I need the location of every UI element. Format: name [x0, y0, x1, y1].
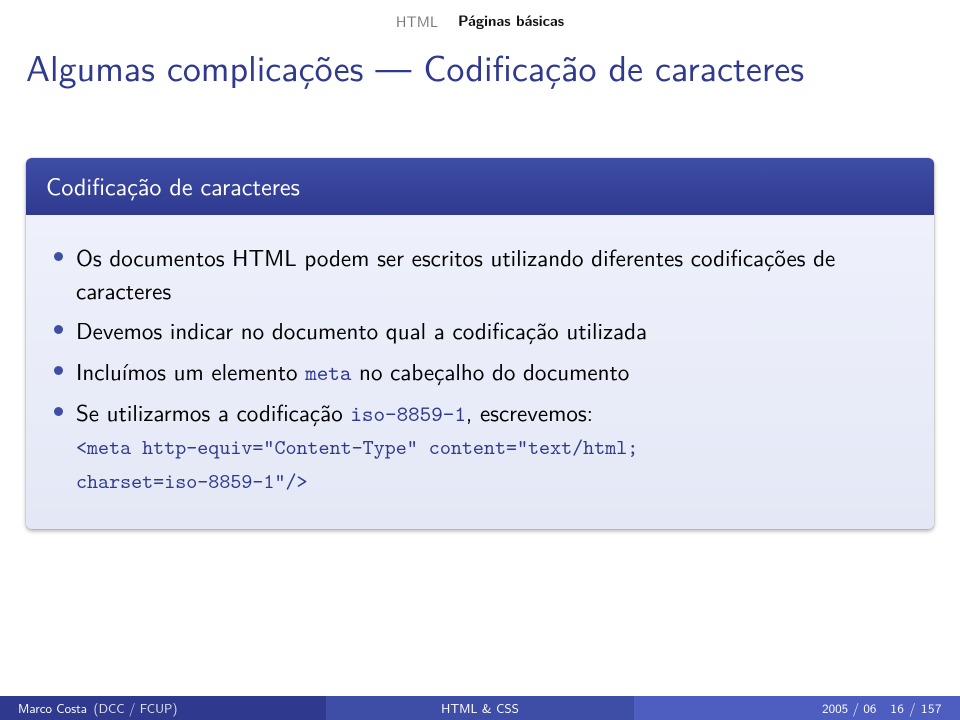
footer-right: 2005 / 06 16 / 157	[634, 696, 960, 720]
breadcrumb-section: HTML	[396, 10, 438, 32]
code-line: <meta http-equiv="Content-Type" content=…	[76, 433, 638, 463]
item-text: Incluímos um elemento	[76, 354, 305, 388]
footer-center: HTML & CSS	[326, 696, 634, 720]
footer-left: Marco Costa (DCC / FCUP)	[0, 696, 326, 720]
footer-author: Marco Costa	[18, 699, 87, 718]
block-header: Codificação de caracteres	[26, 158, 934, 215]
footer-date: 2005 / 06	[822, 699, 876, 718]
footer-institution: (DCC / FCUP)	[94, 699, 178, 718]
item-text: no cabeçalho do documento	[351, 354, 629, 388]
footer: Marco Costa (DCC / FCUP) HTML & CSS 2005…	[0, 696, 960, 720]
breadcrumb-subsection: Páginas básicas	[458, 10, 564, 32]
content-block: Codificação de caracteres Os documentos …	[26, 158, 934, 529]
slide-title: Algumas complicações — Codificação de ca…	[26, 40, 804, 93]
item-text: , escrevemos:	[466, 395, 593, 429]
inline-code: meta	[305, 358, 351, 387]
footer-title: HTML & CSS	[441, 699, 519, 718]
block-body: Os documentos HTML podem ser escritos ut…	[26, 215, 934, 529]
footer-pages: 16 / 157	[890, 699, 942, 718]
inline-code: iso-8859-1	[350, 399, 466, 428]
list-item: Os documentos HTML podem ser escritos ut…	[50, 241, 910, 306]
breadcrumb: HTML Páginas básicas	[0, 10, 960, 32]
list-item: Se utilizarmos a codificação iso-8859-1,…	[50, 396, 910, 497]
code-line: charset=iso-8859-1"/>	[76, 467, 308, 497]
list-item: Devemos indicar no documento qual a codi…	[50, 314, 910, 347]
item-text: Se utilizarmos a codificação	[76, 395, 350, 429]
list-item: Incluímos um elemento meta no cabeçalho …	[50, 355, 910, 388]
